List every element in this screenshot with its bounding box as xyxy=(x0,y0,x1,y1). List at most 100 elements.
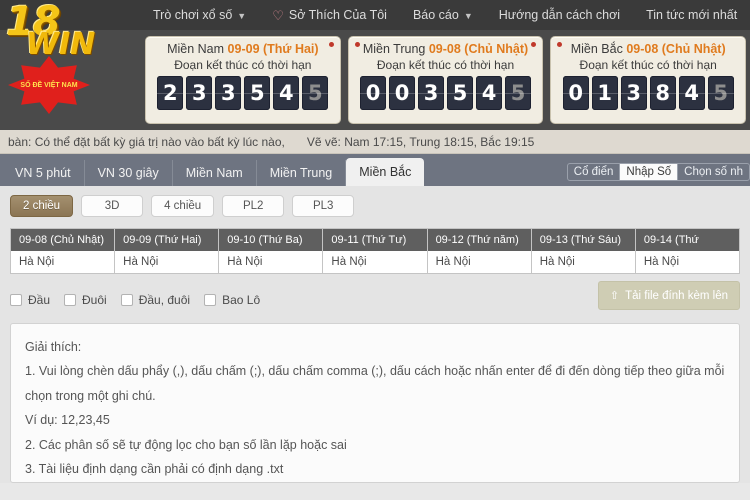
nav-item-how-to-play[interactable]: Hướng dẫn cách chơi xyxy=(486,0,633,30)
checkbox-label: Bao Lô xyxy=(222,293,261,307)
pill-pl2[interactable]: PL2 xyxy=(222,195,285,217)
app-root: Trò chơi xổ số ▼ ♡ Sở Thích Của Tôi Báo … xyxy=(0,0,750,500)
heart-icon: ♡ xyxy=(272,7,284,23)
digit: 0 xyxy=(360,76,386,110)
tab-mien-nam[interactable]: Miền Nam xyxy=(173,160,257,186)
lottery-results-strip: Miền Nam 09-09 (Thứ Hai) Đoạn kết thúc c… xyxy=(0,30,750,130)
bet-option-row: Đầu Đuôi Đầu, đuôi Bao Lô ⇧ Tải file đín… xyxy=(10,281,740,313)
brand-spacer xyxy=(0,0,140,30)
nav-item-latest-news[interactable]: Tin tức mới nhất xyxy=(633,0,750,30)
result-date: 09-08 (Chủ Nhật) xyxy=(626,42,726,56)
date-column-header: 09-08 (Chủ Nhật) xyxy=(11,229,115,251)
indicator-dot-icon xyxy=(354,42,360,47)
date-column-header: 09-12 (Thứ năm) xyxy=(427,229,531,251)
result-panel-mien-nam: Miền Nam 09-09 (Thứ Hai) Đoạn kết thúc c… xyxy=(145,36,341,124)
result-subtitle: Đoạn kết thúc có thời hạn xyxy=(376,58,515,72)
explanation-line: 4. Sau khi nhập bản văn bản nội dung sẽ … xyxy=(25,481,725,482)
segment-nhap-so[interactable]: Nhập Số xyxy=(620,164,679,180)
result-region: Miền Bắc xyxy=(570,42,623,56)
countdown-digits: 0 0 3 5 4 5 xyxy=(355,76,537,110)
date-column-header: 09-13 (Thứ Sáu) xyxy=(531,229,635,251)
main-content: 2 chiều 3D 4 chiều PL2 PL3 09-08 (Chủ Nh… xyxy=(0,186,750,483)
date-column-header: 09-11 (Thứ Tư) xyxy=(323,229,427,251)
pill-pl3[interactable]: PL3 xyxy=(292,195,355,217)
checkbox-icon[interactable] xyxy=(204,294,217,306)
date-column: 09-09 (Thứ Hai) Hà Nội xyxy=(115,229,220,273)
upload-button-label: Tải file đính kèm lên xyxy=(625,289,728,302)
checkbox-bao-lo[interactable]: Bao Lô xyxy=(204,293,260,307)
digit: 0 xyxy=(389,76,415,110)
nav-item-lottery-games[interactable]: Trò chơi xổ số ▼ xyxy=(140,0,259,30)
nav-item-my-favorites[interactable]: ♡ Sở Thích Của Tôi xyxy=(259,0,400,30)
nav-item-reports[interactable]: Báo cáo ▼ xyxy=(400,0,486,30)
nav-items: Trò chơi xổ số ▼ ♡ Sở Thích Của Tôi Báo … xyxy=(140,0,750,30)
pill-4-chieu[interactable]: 4 chiều xyxy=(151,195,215,217)
pill-3d[interactable]: 3D xyxy=(81,195,144,217)
digit: 5 xyxy=(707,76,734,110)
info-bar: bàn: Có thể đặt bất kỳ giá trị nào vào b… xyxy=(0,130,750,154)
result-date: 09-08 (Chủ Nhật) xyxy=(428,42,529,56)
date-column: 09-08 (Chủ Nhật) Hà Nội xyxy=(11,229,116,273)
date-column-cell[interactable]: Hà Nội xyxy=(531,251,635,273)
tab-mien-trung[interactable]: Miền Trung xyxy=(257,160,347,186)
date-column-cell[interactable]: Hà Nội xyxy=(323,251,427,273)
digit: 3 xyxy=(215,76,242,110)
pill-2-chieu[interactable]: 2 chiều xyxy=(10,195,74,217)
date-column-cell[interactable]: Hà Nội xyxy=(427,251,531,273)
date-column-cell[interactable]: Hà Nội xyxy=(219,251,323,273)
result-panel-title: Miền Trung 09-08 (Chủ Nhật) xyxy=(355,42,537,57)
info-bar-draw-times: Vẽ vẽ: Nam 17:15, Trung 18:15, Bắc 19:15 xyxy=(306,134,535,149)
top-navigation-bar: Trò chơi xổ số ▼ ♡ Sở Thích Của Tôi Báo … xyxy=(0,0,750,30)
date-column: 09-11 (Thứ Tư) Hà Nội xyxy=(323,229,428,273)
entry-mode-segment-group: Cổ điển Nhập Số Chọn số nh xyxy=(566,163,750,181)
result-subtitle: Đoạn kết thúc có thời hạn xyxy=(174,58,312,72)
upload-file-button[interactable]: ⇧ Tải file đính kèm lên xyxy=(597,281,740,310)
date-column-header: 09-10 (Thứ Ba) xyxy=(219,229,323,251)
checkbox-icon[interactable] xyxy=(120,294,133,306)
checkbox-icon[interactable] xyxy=(10,294,22,306)
bet-type-pill-row: 2 chiều 3D 4 chiều PL2 PL3 xyxy=(10,195,740,217)
checkbox-icon[interactable] xyxy=(64,294,77,306)
digit: 2 xyxy=(157,76,184,110)
result-panel-title: Miền Nam 09-09 (Thứ Hai) xyxy=(152,42,334,57)
nav-item-label: Sở Thích Của Tôi xyxy=(288,8,387,22)
date-column: 09-14 (Thứ Hà Nội xyxy=(635,229,739,273)
digit: 4 xyxy=(273,76,300,110)
checkbox-duoi[interactable]: Đuôi xyxy=(64,293,107,307)
result-panel-mien-trung: Miền Trung 09-08 (Chủ Nhật) Đoạn kết thú… xyxy=(347,36,544,124)
result-panel-title: Miền Bắc 09-08 (Chủ Nhật) xyxy=(557,42,739,57)
nav-item-label: Trò chơi xổ số xyxy=(153,8,233,22)
digit: 3 xyxy=(186,76,213,110)
digit: 8 xyxy=(649,76,676,110)
digit: 3 xyxy=(620,76,647,110)
checkbox-label: Đầu xyxy=(28,293,51,307)
checkbox-dau[interactable]: Đầu xyxy=(10,293,50,307)
checkbox-label: Đuôi xyxy=(82,293,107,307)
checkbox-dau-duoi[interactable]: Đầu, đuôi xyxy=(120,293,190,307)
date-column-cell[interactable]: Hà Nội xyxy=(635,251,739,273)
tab-mien-bac[interactable]: Miền Bắc xyxy=(346,158,425,186)
upload-icon: ⇧ xyxy=(609,290,620,302)
countdown-digits: 2 3 3 5 4 5 xyxy=(152,76,334,110)
explanation-line: 1. Vui lòng chèn dấu phẩy (,), dấu chấm … xyxy=(25,364,725,379)
explanation-line: chọn trong một ghi chú. xyxy=(25,388,156,403)
tab-vn-5-phut[interactable]: VN 5 phút xyxy=(2,160,85,186)
explanation-title: Giải thích: xyxy=(25,340,82,354)
explanation-line: 2. Các phân số sẽ tự động lọc cho bạn số… xyxy=(25,437,347,452)
date-column: 09-12 (Thứ năm) Hà Nội xyxy=(427,229,532,273)
digit: 1 xyxy=(591,76,618,110)
segment-co-dien[interactable]: Cổ điển xyxy=(568,164,621,180)
nav-item-label: Hướng dẫn cách chơi xyxy=(498,8,621,22)
digit: 0 xyxy=(562,76,589,110)
segment-chon-so[interactable]: Chọn số nh xyxy=(678,164,749,180)
digit: 5 xyxy=(302,76,329,110)
date-column-cell[interactable]: Hà Nội xyxy=(11,251,115,273)
result-region: Miền Nam xyxy=(167,42,225,56)
tab-vn-30-giay[interactable]: VN 30 giây xyxy=(85,160,173,186)
result-region: Miền Trung xyxy=(362,42,426,56)
digit: 4 xyxy=(678,76,705,110)
chevron-down-icon: ▼ xyxy=(463,11,473,21)
explanation-line: Ví dụ: 12,23,45 xyxy=(25,413,110,428)
nav-item-label: Tin tức mới nhất xyxy=(646,8,738,22)
date-column-cell[interactable]: Hà Nội xyxy=(115,251,219,273)
